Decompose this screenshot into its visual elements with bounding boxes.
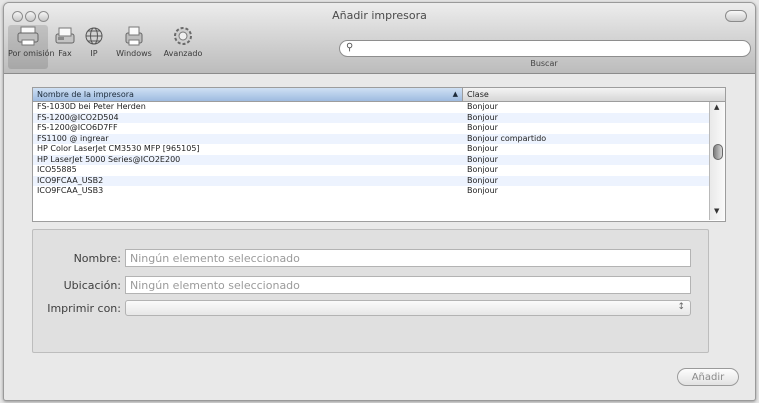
printer-name: ICO55885 [37,165,77,174]
fax-icon [55,27,75,44]
printer-name: FS-1030D bei Peter Herden [37,102,146,111]
search-input[interactable]: ⚲ [339,40,751,57]
table-row[interactable]: FS-1200@ICO2D504 Bonjour [33,112,709,123]
add-button[interactable]: Añadir [677,368,739,386]
table-header: Nombre de la impresora ▲ Clase [33,88,725,102]
column-header-class[interactable]: Clase [467,88,489,101]
toolbar-ip-button[interactable]: IP [81,25,107,69]
toolbar-ip-label: IP [90,49,98,58]
table-row[interactable]: HP LaserJet 5000 Series@ICO2E200 Bonjour [33,154,709,165]
printer-name: HP Color LaserJet CM3530 MFP [965105] [37,144,200,153]
search-label: Buscar [530,59,558,68]
column-header-name[interactable]: Nombre de la impresora ▲ [33,88,463,101]
name-field[interactable]: Ningún elemento seleccionado [125,249,691,267]
window-title: Añadir impresora [332,9,427,22]
table-row[interactable]: FS1100 @ ingrear Bonjour compartido [33,133,709,144]
location-field[interactable]: Ningún elemento seleccionado [125,276,691,294]
title-bar: Añadir impresora Por omisión Fax IP Wind… [4,3,755,74]
toolbar-fax-button[interactable]: Fax [52,25,78,69]
printer-details-panel: Nombre: Ningún elemento seleccionado Ubi… [32,229,709,353]
sort-ascending-icon: ▲ [452,90,458,98]
toolbar-advanced-button[interactable]: Avanzado [159,25,207,69]
toolbar-advanced-label: Avanzado [163,49,203,58]
print-with-select[interactable]: ↕ [125,300,691,316]
printer-name: FS-1200@ICO2D504 [37,112,119,122]
scroll-down-icon[interactable]: ▼ [714,207,719,215]
windows-printer-icon [125,26,143,46]
toolbar-fax-label: Fax [58,49,72,58]
printer-name: FS-1200@ICO6D7FF [37,123,118,132]
printer-name: ICO9FCAA_USB3 [37,186,104,195]
toolbar-windows-button[interactable]: Windows [112,25,156,69]
table-row[interactable]: FS-1200@ICO6D7FF Bonjour [33,123,709,134]
printer-name: ICO9FCAA_USB2 [37,175,104,185]
printer-name: FS1100 @ ingrear [37,133,109,143]
table-row[interactable]: ICO9FCAA_USB3 Bonjour [33,186,709,197]
column-header-name-label: Nombre de la impresora [37,90,134,99]
vertical-scrollbar[interactable]: ▲ ▼ [709,102,725,220]
printer-class: Bonjour [467,144,498,153]
table-row[interactable]: FS-1030D bei Peter Herden Bonjour [33,102,709,113]
name-label: Nombre: [73,252,121,265]
printer-rows: FS-1030D bei Peter Herden Bonjour FS-1200… [33,102,709,197]
default-printer-icon [17,26,39,46]
scroll-up-icon[interactable]: ▲ [714,103,719,111]
table-row[interactable]: ICO9FCAA_USB2 Bonjour [33,175,709,186]
printer-class: Bonjour [467,112,498,122]
add-printer-window: Añadir impresora Por omisión Fax IP Wind… [3,2,756,401]
toolbar-default-button[interactable]: Por omisión [8,25,55,69]
table-row[interactable]: ICO55885 Bonjour [33,165,709,176]
printer-name: HP LaserJet 5000 Series@ICO2E200 [37,154,181,164]
globe-icon [85,27,103,45]
print-with-label: Imprimir con: [47,302,121,315]
printer-class: Bonjour [467,175,498,185]
printer-class: Bonjour [467,123,498,132]
printer-class: Bonjour [467,102,498,111]
printer-class: Bonjour compartido [467,133,547,143]
search-icon: ⚲ [346,42,354,53]
location-label: Ubicación: [63,279,121,292]
toolbar-toggle-button[interactable] [725,10,747,22]
printer-class: Bonjour [467,154,498,164]
toolbar-default-label: Por omisión [8,49,55,58]
printer-list-table: Nombre de la impresora ▲ Clase FS-1030D … [32,87,726,222]
printer-class: Bonjour [467,186,498,195]
select-arrows-icon: ↕ [677,302,685,312]
table-row[interactable]: HP Color LaserJet CM3530 MFP [965105] Bon… [33,144,709,155]
toolbar-windows-label: Windows [116,49,152,58]
gear-icon [174,27,192,45]
scrollbar-thumb[interactable] [713,144,723,160]
printer-class: Bonjour [467,165,498,174]
